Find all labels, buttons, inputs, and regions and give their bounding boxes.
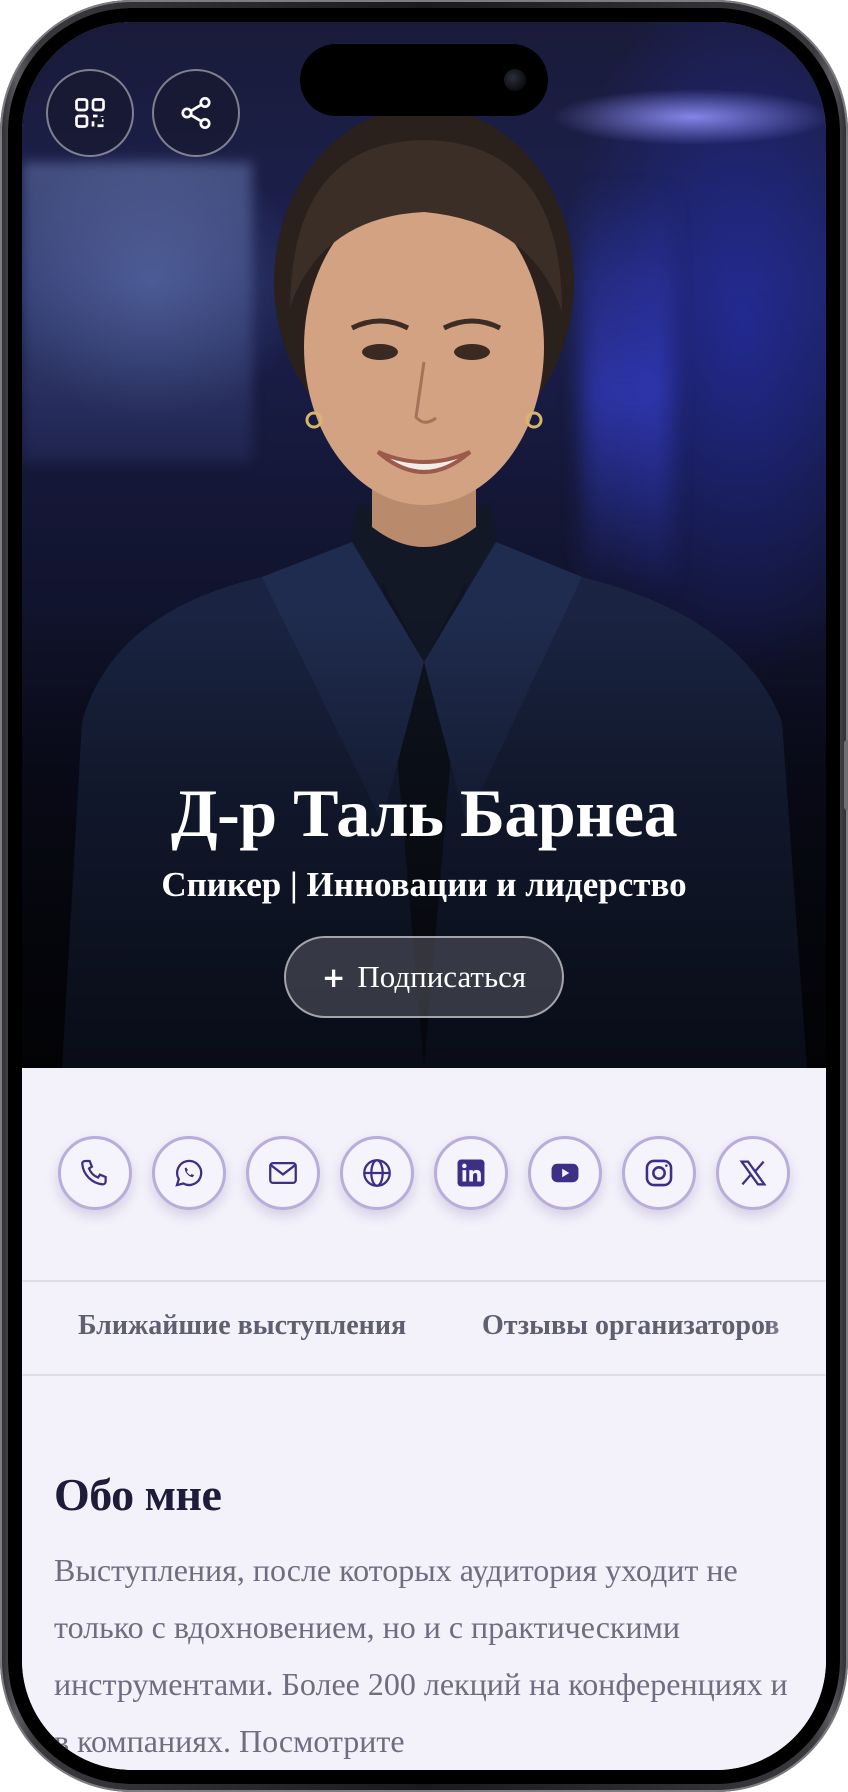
tab-organizer-reviews[interactable]: Отзывы организаторов	[482, 1310, 779, 1342]
linkedin-button[interactable]	[434, 1136, 508, 1210]
screen: Д-р Таль Барнеа Спикер | Инновации и лид…	[22, 22, 826, 1770]
linkedin-icon	[457, 1159, 485, 1187]
x-icon	[739, 1160, 767, 1186]
about-section: Обо мне Выступления, после которых аудит…	[22, 1378, 826, 1770]
youtube-button[interactable]	[528, 1136, 602, 1210]
tab-bar: Ближайшие выступления Отзывы организатор…	[22, 1280, 826, 1376]
hero-section: Д-р Таль Барнеа Спикер | Инновации и лид…	[22, 22, 826, 1068]
speaker-title: Спикер | Инновации и лидерство	[161, 865, 687, 904]
phone-button[interactable]	[58, 1136, 132, 1210]
side-button	[844, 740, 848, 810]
phone-frame: Д-р Таль Барнеа Спикер | Инновации и лид…	[0, 0, 848, 1792]
website-button[interactable]	[340, 1136, 414, 1210]
share-icon	[181, 96, 211, 130]
instagram-button[interactable]	[622, 1136, 696, 1210]
subscribe-button[interactable]: + Подписаться	[284, 936, 564, 1018]
mail-icon	[269, 1161, 297, 1185]
about-heading: Обо мне	[54, 1469, 222, 1520]
about-text: Выступления, после которых аудитория ухо…	[54, 1552, 788, 1759]
whatsapp-button[interactable]	[152, 1136, 226, 1210]
tab-upcoming-talks[interactable]: Ближайшие выступления	[78, 1310, 406, 1342]
whatsapp-icon	[175, 1159, 203, 1187]
qr-code-icon	[75, 98, 105, 128]
qr-code-button[interactable]	[46, 69, 134, 157]
tabs-fade	[766, 1282, 826, 1374]
camera-icon	[504, 69, 526, 91]
contact-buttons	[22, 1068, 826, 1282]
instagram-icon	[645, 1159, 673, 1187]
share-button[interactable]	[152, 69, 240, 157]
youtube-icon	[551, 1163, 579, 1183]
subscribe-label: Подписаться	[357, 959, 527, 994]
x-button[interactable]	[716, 1136, 790, 1210]
speaker-name: Д-р Таль Барнеа	[170, 775, 678, 851]
dynamic-island	[300, 44, 548, 116]
email-button[interactable]	[246, 1136, 320, 1210]
plus-icon: +	[321, 960, 346, 994]
globe-icon	[363, 1159, 391, 1187]
phone-icon	[81, 1159, 107, 1186]
